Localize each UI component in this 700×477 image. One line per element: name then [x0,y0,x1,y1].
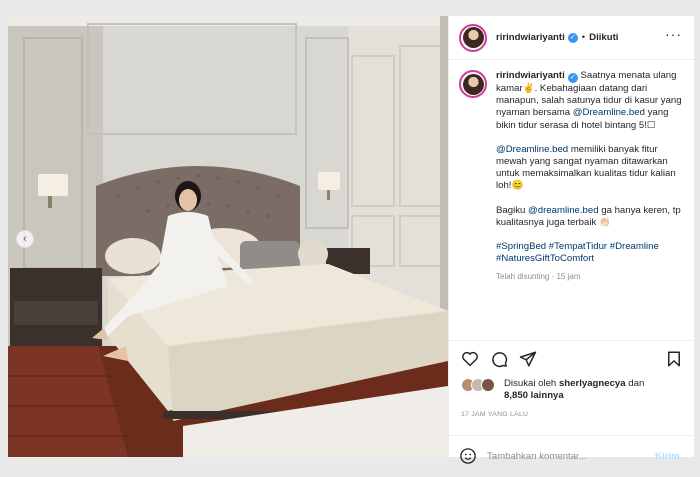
avatar [481,378,495,392]
verified-badge-icon: ✓ [567,32,578,43]
caption-body: ririndwiariyanti ✓ Saatnya menata ulang k… [496,70,686,284]
separator-dot: • [581,32,586,43]
caption-mention[interactable]: @Dreamline.bed [496,144,568,155]
more-horizontal-icon[interactable]: ··· [665,26,682,42]
likes-count[interactable]: 8,850 lainnya [504,390,564,401]
likes-text: Disukai oleh sherlyagnecya dan 8,850 lai… [504,378,644,402]
caption-avatar[interactable] [459,70,487,98]
verified-badge-icon: ✓ [567,73,578,83]
comment-box: Kirim [449,440,695,472]
likes-connector: dan [628,378,645,389]
likes-summary: Disukai oleh sherlyagnecya dan 8,850 lai… [461,378,644,402]
action-bar [449,340,695,376]
comment-input[interactable] [487,450,647,462]
caption-mention[interactable]: @Dreamline.bed [573,107,645,118]
post-comment-button[interactable]: Kirim [655,451,680,462]
caption-hashtags[interactable]: #NaturesGiftToComfort [496,253,594,264]
comment-icon[interactable] [489,349,509,369]
share-icon[interactable] [518,349,538,369]
emoji-icon[interactable] [459,447,477,465]
heart-icon[interactable] [460,349,480,369]
caption-username[interactable]: ririndwiariyanti [496,70,565,81]
post-photo: ‹ [8,16,448,457]
caption-mention[interactable]: @dreamline.bed [528,205,599,216]
post-time-ago[interactable]: 17 JAM YANG LALU [461,411,528,418]
post-modal: ‹ ririndwiariyanti ✓ • Diikuti ··· ririn… [8,16,695,464]
comment-section: Kirim [449,435,695,464]
edited-meta: Telah disunting · 15 jam [496,272,581,282]
username-link[interactable]: ririndwiariyanti [496,32,565,43]
edited-time: 15 jam [556,272,581,282]
post-caption: ririndwiariyanti ✓ Saatnya menata ulang k… [459,70,689,284]
bedroom-photo [8,16,448,457]
carousel-prev-button[interactable]: ‹ [16,230,34,248]
caption-hashtags[interactable]: #SpringBed #TempatTidur #Dreamline [496,241,659,252]
post-header: ririndwiariyanti ✓ • Diikuti ··· [449,16,694,60]
follow-status-button[interactable]: Diikuti [589,32,618,43]
avatar[interactable] [459,23,487,52]
caption-text-3-head: Bagiku [496,204,526,216]
liker-username[interactable]: sherlyagnecya [559,378,626,389]
likes-prefix: Disukai oleh [504,378,557,389]
post-sidebar: ririndwiariyanti ✓ • Diikuti ··· ririndw… [448,16,695,464]
bookmark-icon[interactable] [664,349,684,369]
edited-label: Telah disunting [496,272,550,282]
liker-avatars [461,378,501,394]
